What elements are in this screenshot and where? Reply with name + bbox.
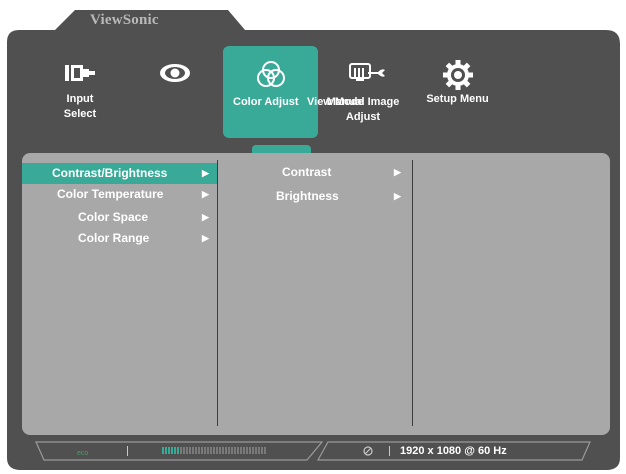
submenu-item-color-space[interactable]: Color Space ▶ [22,207,217,228]
menu-eye[interactable] [150,46,200,138]
monitor-wrench-icon [320,58,406,92]
arrow-right-icon: ▶ [394,167,401,177]
menu-setup[interactable]: Setup Menu [420,46,495,138]
submenu-item-contrast-brightness[interactable]: Contrast/Brightness ▶ [22,163,217,184]
menu-label: Manual Image Adjust [326,96,400,123]
arrow-right-icon: ▶ [394,191,401,201]
submenu-item-color-range[interactable]: Color Range ▶ [22,228,217,249]
menu-label: Input Select [63,93,97,120]
detail-item-brightness[interactable]: Brightness ▶ [218,186,411,207]
status-bar: eco [35,441,591,461]
detail-label: Contrast [282,165,332,179]
arrow-right-icon: ▶ [202,212,209,222]
arrow-right-icon: ▶ [202,189,209,199]
color-circles-icon [223,58,318,92]
submenu-label: Contrast/Brightness [52,166,168,180]
submenu-item-color-temperature[interactable]: Color Temperature ▶ [22,184,217,205]
arrow-right-icon: ▶ [202,233,209,243]
menu-manual-image-adjust[interactable]: Manual Image Adjust [320,46,406,138]
submenu-label: Color Range [78,231,150,245]
menu-label: Setup Menu [426,93,489,105]
menu-input-select[interactable]: Input Select [55,46,105,138]
svg-text:eco: eco [77,450,88,457]
menu-color-adjust[interactable]: Color Adjust [223,46,318,138]
submenu-label: Color Space [78,210,149,224]
eye-icon [150,58,200,92]
detail-label: Brightness [276,189,339,203]
arrow-right-icon: ▶ [202,168,209,178]
brand-logo: ViewSonic [90,12,159,28]
resolution-readout: 1920 x 1080 @ 60 Hz [400,445,507,457]
gear-icon [420,58,495,92]
osd-window: ViewSonic Input Select Color Adjust View… [0,0,626,474]
submenu-label: Color Temperature [57,187,164,201]
detail-item-contrast[interactable]: Contrast ▶ [218,162,411,183]
column-divider [412,160,413,426]
input-select-icon [55,58,105,92]
menu-label: Color Adjust [233,96,299,108]
